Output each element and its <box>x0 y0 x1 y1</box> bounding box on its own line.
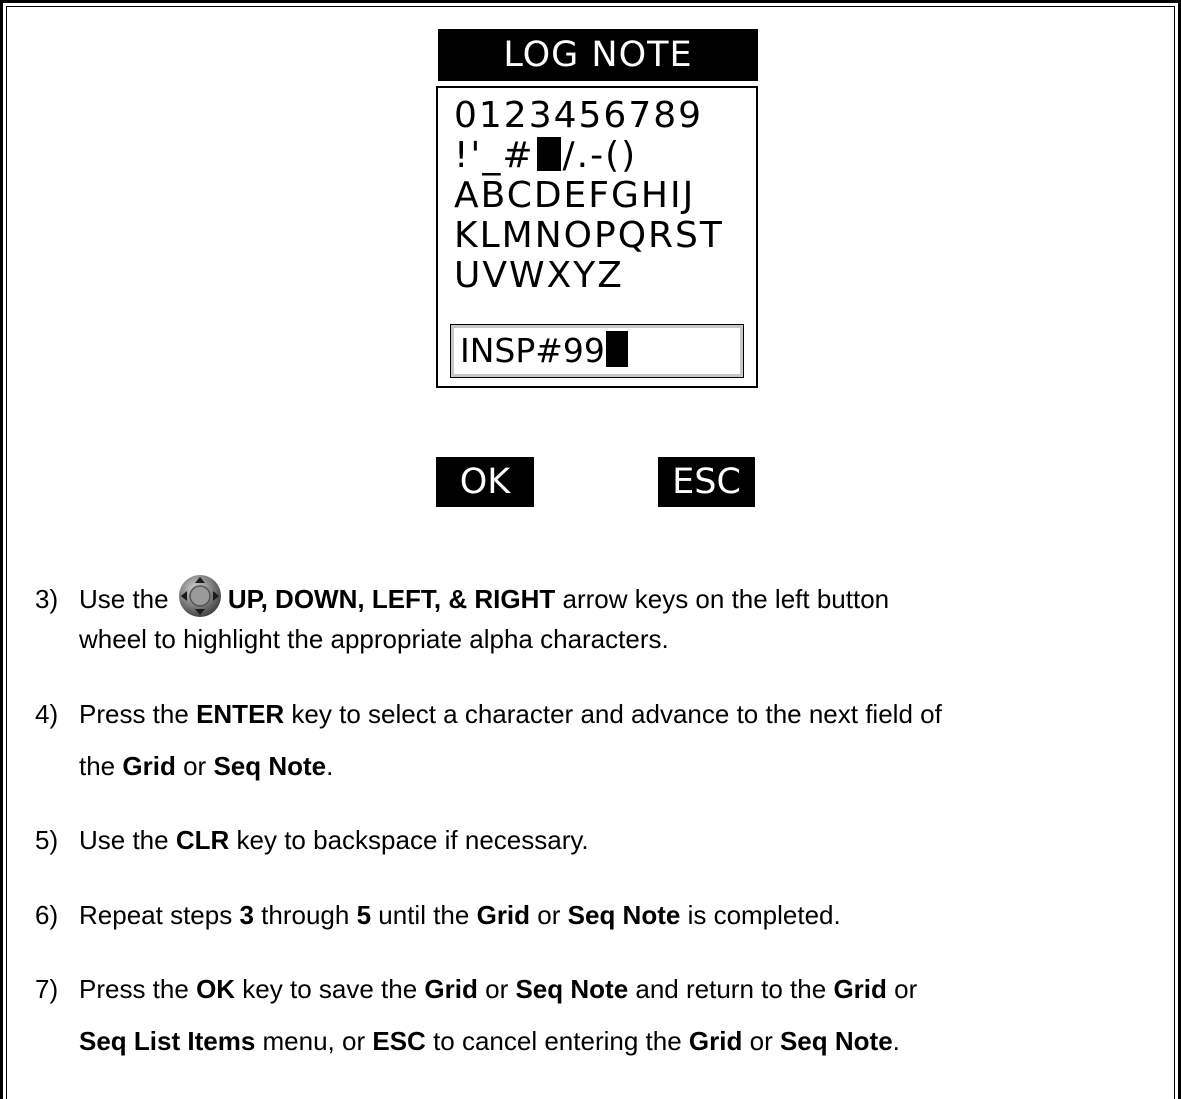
step-5: 5) Use the CLR key to backspace if necess… <box>35 825 589 855</box>
ok-softkey: OK <box>436 457 534 507</box>
char-row-u-z: UVWXYZ <box>454 255 624 296</box>
navigation-wheel-icon <box>178 574 222 618</box>
note-input-field: INSP#99 <box>450 324 744 378</box>
step-7-continued: Seq List Items menu, or ESC to cancel en… <box>79 1026 900 1056</box>
char-row-symbols: !'_# /.-() <box>454 136 637 176</box>
symbols-left: !'_# <box>454 135 535 176</box>
char-row-digits: 0123456789 <box>454 95 704 136</box>
text-cursor <box>605 331 628 367</box>
step-3-continued: wheel to highlight the appropriate alpha… <box>79 624 669 654</box>
screen-title: LOG NOTE <box>438 29 758 81</box>
esc-softkey: ESC <box>658 457 755 507</box>
note-value: INSP#99 <box>460 331 605 370</box>
character-grid: 0123456789 !'_# /.-() ABCDEFGHIJ KLMNOPQR… <box>436 86 758 388</box>
step-7: 7) Press the OK key to save the Grid or S… <box>35 974 918 1004</box>
selected-character-cursor <box>536 137 561 171</box>
step-4-continued: the Grid or Seq Note. <box>79 751 334 781</box>
step-4: 4) Press the ENTER key to select a charac… <box>35 699 942 729</box>
step-3: 3) Use the UP, DOWN, LEFT, & RIGHT arrow … <box>35 574 889 618</box>
symbols-right: /.-() <box>562 135 638 176</box>
char-row-a-j: ABCDEFGHIJ <box>454 175 696 216</box>
char-row-k-t: KLMNOPQRST <box>454 215 724 256</box>
step-6: 6) Repeat steps 3 through 5 until the Gri… <box>35 900 841 930</box>
